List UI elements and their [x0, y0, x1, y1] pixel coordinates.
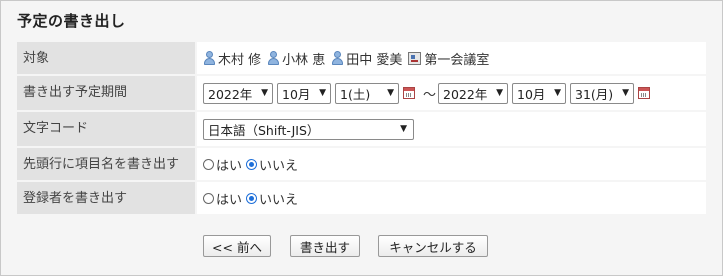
registrant-label: 登録者を書き出す — [17, 182, 195, 214]
chevron-down-icon: ▼ — [387, 88, 394, 98]
period-separator: 〜 — [423, 87, 437, 103]
start-day-select[interactable]: 1(土) ▼ — [335, 82, 399, 104]
back-button[interactable]: << 前へ — [203, 235, 271, 257]
target-user-name: 田中 愛美 — [346, 52, 403, 68]
chevron-down-icon: ▼ — [261, 88, 268, 98]
header-row-no-radio[interactable] — [246, 158, 258, 170]
end-year-value: 2022年 — [443, 86, 488, 102]
end-month-select[interactable]: 10月 ▼ — [512, 82, 567, 104]
facility-icon — [408, 51, 422, 65]
registrant-radio-group: はい いいえ — [203, 189, 302, 208]
target-label: 対象 — [17, 42, 195, 74]
header-row-yes-radio[interactable] — [203, 158, 214, 170]
target-value: 木村 修 小林 恵 田中 愛美 第一会議室 — [197, 42, 706, 74]
header-row-yes-label[interactable]: はい — [216, 155, 242, 174]
header-row-label: 先頭行に項目名を書き出す — [17, 148, 195, 180]
target-user-name: 木村 修 — [218, 52, 262, 68]
target-facility-name: 第一会議室 — [424, 52, 490, 68]
end-year-select[interactable]: 2022年 ▼ — [438, 82, 509, 104]
start-year-value: 2022年 — [208, 86, 253, 102]
registrant-yes-label[interactable]: はい — [216, 189, 242, 208]
end-day-value: 31(月) — [575, 86, 614, 102]
encoding-label: 文字コード — [17, 112, 195, 146]
registrant-no-radio[interactable] — [246, 192, 258, 204]
page-title: 予定の書き出し — [17, 12, 126, 30]
header-row-radio-group: はい いいえ — [203, 155, 302, 174]
target-user-3[interactable]: 田中 愛美 — [331, 49, 402, 68]
start-day-value: 1(土) — [340, 86, 371, 102]
header-row-no-label[interactable]: いいえ — [259, 155, 298, 174]
start-month-select[interactable]: 10月 ▼ — [277, 82, 331, 104]
export-panel: 予定の書き出し 対象 木村 修 小林 恵 田中 愛美 第一会議室 書き出す予定期… — [0, 0, 723, 276]
start-month-value: 10月 — [282, 86, 311, 102]
registrant-yes-radio[interactable] — [203, 192, 214, 204]
period-value: 2022年 ▼ 10月 ▼ 1(土) ▼ 〜 2022年 ▼ 10月 ▼ 31(月) ▼ — [197, 76, 706, 110]
target-user-1[interactable]: 木村 修 — [203, 49, 261, 68]
start-year-select[interactable]: 2022年 ▼ — [203, 82, 273, 104]
end-day-select[interactable]: 31(月) ▼ — [570, 82, 635, 104]
chevron-down-icon: ▼ — [319, 88, 326, 98]
user-icon — [203, 51, 216, 65]
encoding-selected: 日本語（Shift-JIS） — [208, 122, 320, 138]
user-icon — [267, 51, 280, 65]
encoding-value: 日本語（Shift-JIS） ▼ — [197, 112, 706, 146]
encoding-select[interactable]: 日本語（Shift-JIS） ▼ — [203, 118, 414, 140]
calendar-icon[interactable] — [638, 87, 651, 99]
chevron-down-icon: ▼ — [400, 124, 407, 134]
end-month-value: 10月 — [517, 86, 546, 102]
chevron-down-icon: ▼ — [622, 88, 630, 98]
user-icon — [331, 51, 344, 65]
chevron-down-icon: ▼ — [554, 88, 562, 98]
target-user-2[interactable]: 小林 恵 — [267, 49, 325, 68]
target-facility[interactable]: 第一会議室 — [408, 49, 489, 68]
export-button[interactable]: 書き出す — [290, 235, 360, 257]
chevron-down-icon: ▼ — [496, 88, 504, 98]
registrant-value: はい いいえ — [197, 182, 706, 214]
calendar-icon[interactable] — [403, 87, 415, 99]
cancel-button[interactable]: キャンセルする — [378, 235, 488, 257]
period-label: 書き出す予定期間 — [17, 76, 195, 110]
header-row-value: はい いいえ — [197, 148, 706, 180]
target-user-name: 小林 恵 — [282, 52, 326, 68]
registrant-no-label[interactable]: いいえ — [259, 189, 298, 208]
